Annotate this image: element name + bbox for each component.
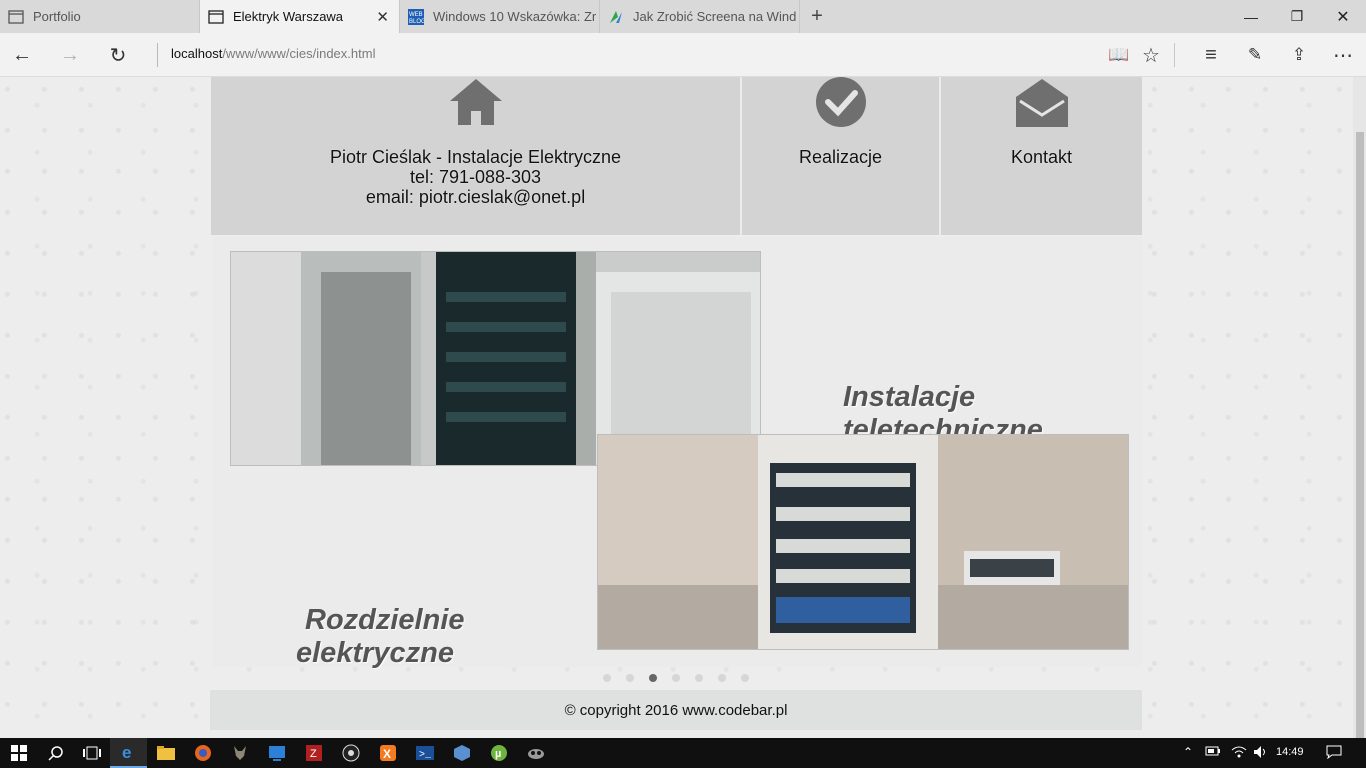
nav-kontakt-label: Kontakt [1010,147,1073,167]
url-path: /www/www/cies/index.html [222,46,376,61]
distribution-board-photo [597,434,1129,650]
site-footer: © copyright 2016 www.codebar.pl [210,690,1142,730]
close-tab-icon[interactable]: ✕ [376,8,389,26]
tab-title: Windows 10 Wskazówka: Zr [433,9,597,24]
navigation-bar: ← → ↻ localhost/www/www/cies/index.html … [0,33,1366,77]
email-address: email: piotr.cieslak@onet.pl [365,187,586,207]
tab-title: Portfolio [33,9,81,24]
checkmark-icon [814,77,868,134]
svg-text:e: e [122,743,131,761]
share-icon[interactable]: ⇪ [1285,41,1313,69]
reading-view-icon[interactable]: 📖 [1105,41,1133,69]
start-windows-icon[interactable] [0,738,37,768]
svg-text:WEB: WEB [409,12,423,18]
scrollbar-thumb[interactable] [1356,132,1364,738]
restore-icon[interactable]: ❐ [1274,0,1320,33]
divider [1174,43,1175,67]
nav-kontakt[interactable]: Kontakt [941,77,1142,235]
caption-line: Instalacje [843,381,976,413]
company-name: Piotr Cieślak - Instalacje Elektryczne [329,147,622,167]
envelope-icon [1014,77,1070,134]
home-icon [448,77,504,132]
edge-browser-icon[interactable]: e [110,738,147,768]
battery-icon[interactable] [1205,745,1221,760]
page-icon [208,9,224,25]
blog-favicon-icon: WEBBLOG [408,8,424,25]
minimize-icon[interactable]: — [1228,0,1274,33]
tab-strip: Portfolio Elektryk Warszawa ✕ WEBBLOG Wi… [0,0,1366,33]
nav-realizacje[interactable]: Realizacje [742,77,939,235]
tab-title: Jak Zrobić Screena na Wind [633,9,797,24]
taskbar-clock[interactable]: 14:49 [1276,746,1304,758]
site-favicon-icon [608,9,624,25]
divider [157,43,158,67]
caption-line: elektryczne [296,637,454,669]
task-view-icon[interactable] [73,738,110,768]
hub-icon[interactable]: ≡ [1197,41,1225,69]
tab-jak-zrobic-screena[interactable]: Jak Zrobić Screena na Wind [600,0,800,33]
vertical-scrollbar[interactable] [1353,77,1366,738]
svg-text:BLOG: BLOG [409,19,424,25]
slider-dot[interactable] [672,674,680,682]
slider-dot[interactable] [695,674,703,682]
slider-dot-active[interactable] [649,674,657,682]
more-icon[interactable]: ⋯ [1329,41,1357,69]
close-window-icon[interactable]: ✕ [1320,0,1366,33]
virtualbox-icon[interactable] [443,738,480,768]
caption-line: Rozdzielnie [305,604,465,636]
powershell-icon[interactable]: >_ [406,738,443,768]
obs-icon[interactable] [332,738,369,768]
slider-pagination [603,674,749,682]
copyright-text: © copyright 2016 www.codebar.pl [564,701,788,719]
taskbar: e Z X >_ µ ⌃ 14:49 [0,738,1366,768]
slider-dot[interactable] [603,674,611,682]
slider-dot[interactable] [741,674,749,682]
tab-title: Elektryk Warszawa [233,9,344,24]
filezilla-icon[interactable]: Z [295,738,332,768]
firefox-icon[interactable] [184,738,221,768]
page-viewport: Piotr Cieślak - Instalacje Elektryczne t… [0,77,1353,738]
back-arrow-icon[interactable]: ← [8,41,36,69]
slider-dot[interactable] [718,674,726,682]
address-bar[interactable]: localhost/www/www/cies/index.html [171,46,375,61]
home-link[interactable]: Piotr Cieślak - Instalacje Elektryczne t… [211,77,740,235]
search-icon[interactable] [37,738,74,768]
gimp-icon[interactable] [221,738,258,768]
volume-icon[interactable] [1253,745,1269,762]
web-note-icon[interactable]: ✎ [1241,41,1269,69]
xampp-icon[interactable]: X [369,738,406,768]
tab-elektryk-warszawa[interactable]: Elektryk Warszawa ✕ [200,0,400,33]
svg-text:µ: µ [495,748,501,760]
tab-portfolio[interactable]: Portfolio [0,0,200,33]
svg-text:Z: Z [310,748,317,760]
remote-desktop-icon[interactable] [258,738,295,768]
new-tab-icon[interactable]: + [800,0,834,33]
site-header: Piotr Cieślak - Instalacje Elektryczne t… [211,77,1142,235]
slider-dot[interactable] [626,674,634,682]
nav-realizacje-label: Realizacje [798,147,883,167]
favorite-star-icon[interactable]: ☆ [1137,41,1165,69]
phone-number: tel: 791-088-303 [409,167,542,187]
wifi-icon[interactable] [1231,745,1247,762]
caption-rozdzielnie: Rozdzielnie elektryczne [296,604,465,670]
forward-arrow-icon[interactable]: → [56,41,84,69]
tray-chevron-up-icon[interactable]: ⌃ [1183,745,1193,759]
page-icon [8,9,24,25]
file-explorer-icon[interactable] [147,738,184,768]
image-slider: Instalacje teletechniczne Rozdzielnie el… [213,237,1142,670]
tab-windows-10[interactable]: WEBBLOG Windows 10 Wskazówka: Zr [400,0,600,33]
app-owl-icon[interactable] [517,738,554,768]
refresh-icon[interactable]: ↻ [104,41,132,69]
svg-text:X: X [383,747,391,761]
url-host: localhost [171,46,223,61]
utorrent-icon[interactable]: µ [480,738,517,768]
action-center-icon[interactable] [1326,745,1342,762]
svg-text:>_: >_ [419,750,432,761]
